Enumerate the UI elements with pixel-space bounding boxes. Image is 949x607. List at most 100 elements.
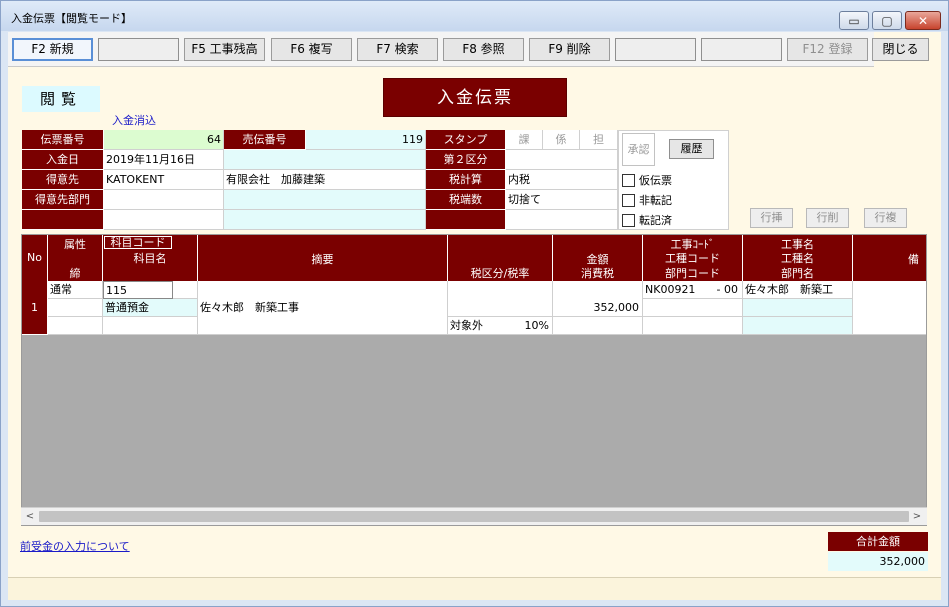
no-transfer-label: 非転記 (639, 194, 672, 207)
dept-name-header: 部門名 (781, 267, 814, 280)
row-remarks-field[interactable] (853, 281, 926, 335)
register-button[interactable]: F12 登録 (787, 38, 868, 61)
blank-f10-button[interactable] (615, 38, 696, 61)
work-name-header: 工種名 (781, 252, 814, 265)
form-area: F2 新規 F5 工事残高 F6 複写 F7 検索 F8 参照 F9 削除 F1… (8, 32, 941, 600)
minimize-button[interactable]: ▭ (839, 11, 869, 30)
second-class-field[interactable] (506, 150, 618, 170)
row-tax-rate: 10% (524, 319, 549, 332)
checkbox-icon (622, 213, 635, 227)
col-job-name-header: 工事名 工種名 部門名 (743, 235, 853, 281)
construction-balance-button[interactable]: F5 工事残高 (184, 38, 265, 61)
reference-button[interactable]: F8 参照 (443, 38, 524, 61)
customer-dept-name-field[interactable] (224, 190, 426, 210)
sales-no-field[interactable]: 119 (306, 130, 426, 150)
scroll-left-icon[interactable]: < (22, 509, 38, 525)
window-title: 入金伝票【閲覧モード】 (11, 12, 132, 25)
status-bar (8, 577, 941, 600)
search-button[interactable]: F7 検索 (357, 38, 438, 61)
close-icon: ✕ (917, 13, 929, 28)
no-transfer-checkbox[interactable]: 非転記 (622, 192, 672, 208)
row-tax-class: 対象外 (450, 319, 483, 332)
row-tax-field[interactable]: 対象外 10% (448, 317, 553, 335)
sales-no-label: 売伝番号 (224, 130, 306, 150)
row-number: 1 (22, 281, 48, 335)
checkbox-icon (622, 193, 635, 207)
customer-code-field[interactable]: KATOKENT (104, 170, 224, 190)
col-summary-header: 摘要 (198, 235, 448, 281)
payment-matching-link[interactable]: 入金消込 (112, 112, 156, 128)
col-job-code-header: 工事ｺｰﾄﾞ 工種コード 部門コード (643, 235, 743, 281)
row-consumption-tax-field[interactable] (553, 317, 643, 335)
row-work-code-field[interactable] (643, 299, 743, 317)
row-tax-blank (448, 281, 553, 317)
approval-stamp[interactable]: 承認 (622, 133, 655, 166)
row-job-code: NK00921 (645, 283, 696, 296)
date-field[interactable]: 2019年11月16日 (104, 150, 224, 170)
row-dept-name-field[interactable] (743, 317, 853, 335)
row-job-code-field[interactable]: NK00921 - 00 (643, 281, 743, 299)
history-button[interactable]: 履歴 (669, 139, 714, 159)
detail-grid: No 属性締 科目コード 科目名 摘要 税区分/税率 金額 消費税 工事ｺｰﾄﾞ工… (21, 234, 927, 526)
row-account-code-extra (173, 281, 198, 299)
row-summary-field[interactable]: 佐々木郎 新築工事 (198, 281, 448, 335)
row-amount-field[interactable]: 352,000 (553, 281, 643, 317)
blank-f3-button[interactable] (98, 38, 179, 61)
customer-name-field[interactable]: 有限会社 加藤建築 (224, 170, 426, 190)
row-job-name-field[interactable]: 佐々木郎 新築工 (743, 281, 853, 299)
scroll-thumb[interactable] (39, 511, 909, 522)
row-job-sub: - 00 (716, 283, 738, 296)
row-account-extra-field[interactable] (103, 317, 198, 335)
close-window-button[interactable]: ✕ (905, 11, 941, 30)
slip-no-label: 伝票番号 (22, 130, 104, 150)
row-dept-code-field[interactable] (643, 317, 743, 335)
account-name-header: 科目名 (133, 252, 167, 265)
close-form-button[interactable]: 閉じる (872, 38, 929, 61)
row-attr-field[interactable]: 通常 (48, 281, 103, 299)
stamp-cell-charge[interactable]: 担 (580, 130, 618, 150)
blank-field-3[interactable] (506, 210, 618, 230)
title-bar[interactable]: 入金伝票【閲覧モード】 ▭ ▢ ✕ (1, 1, 948, 31)
delete-row-button[interactable]: 行削 (806, 208, 849, 228)
rounding-field[interactable]: 切捨て (506, 190, 618, 210)
col-attr-header: 属性締 (48, 235, 103, 281)
horizontal-scrollbar[interactable]: < > (21, 507, 927, 525)
rounding-label: 税端数 (426, 190, 506, 210)
mode-badge: 閲覧 (22, 86, 100, 112)
col-no-header: No (22, 235, 48, 281)
stamp-label: スタンプ (426, 130, 506, 150)
maximize-button[interactable]: ▢ (872, 11, 902, 30)
new-button[interactable]: F2 新規 (12, 38, 93, 61)
blank-label-2 (426, 210, 506, 230)
blank-field-2[interactable] (224, 210, 426, 230)
tax-calc-label: 税計算 (426, 170, 506, 190)
row-work-name-field[interactable] (743, 299, 853, 317)
tax-calc-field[interactable]: 内税 (506, 170, 618, 190)
delete-button[interactable]: F9 削除 (529, 38, 610, 61)
col-shime-header: 締 (69, 267, 81, 280)
checkbox-icon (622, 173, 635, 187)
duplicate-row-button[interactable]: 行複 (864, 208, 907, 228)
stamp-cell-section[interactable]: 課 (506, 130, 543, 150)
col-amount-header: 金額 消費税 (553, 235, 643, 281)
advance-payment-help-link[interactable]: 前受金の入力について (20, 538, 130, 554)
row-account-code-field[interactable]: 115 (103, 281, 173, 299)
account-code-header: 科目コード (104, 236, 172, 249)
row-attr-extra-field[interactable] (48, 317, 103, 335)
row-account-name-field[interactable]: 普通預金 (103, 299, 198, 317)
slip-no-field[interactable]: 64 (104, 130, 224, 150)
provisional-checkbox[interactable]: 仮伝票 (622, 172, 672, 188)
date-label: 入金日 (22, 150, 104, 170)
blank-field-1[interactable] (104, 210, 224, 230)
scroll-right-icon[interactable]: > (909, 509, 925, 525)
copy-button[interactable]: F6 複写 (271, 38, 352, 61)
customer-dept-code-field[interactable] (104, 190, 224, 210)
row-shime-field[interactable] (48, 299, 103, 317)
total-amount-value: 352,000 (828, 552, 928, 571)
stamp-cell-staff[interactable]: 係 (543, 130, 580, 150)
blank-f11-button[interactable] (701, 38, 782, 61)
work-code-header: 工種コード (665, 252, 720, 265)
insert-row-button[interactable]: 行挿 (750, 208, 793, 228)
transferred-checkbox[interactable]: 転記済 (622, 212, 672, 228)
provisional-label: 仮伝票 (639, 174, 672, 187)
